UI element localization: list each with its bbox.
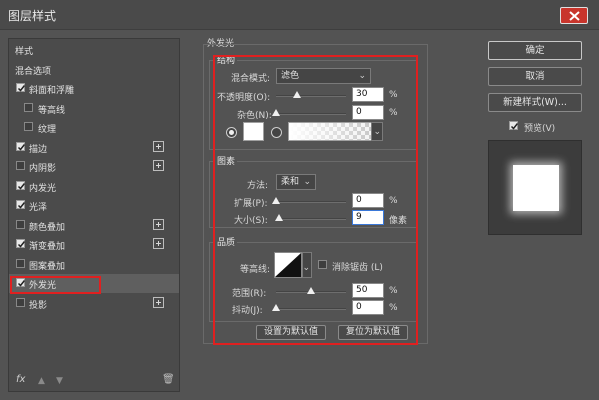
style-list-label: 混合选项 <box>15 66 52 77</box>
style-list-item[interactable]: 混合选项 <box>9 60 179 79</box>
style-list-label: 图案叠加 <box>29 261 66 272</box>
ok-button[interactable]: 确定 <box>488 41 582 60</box>
style-list-label: 样式 <box>15 47 34 57</box>
style-list-item[interactable]: 纹理 <box>9 118 179 137</box>
checkmark-icon <box>17 85 26 92</box>
style-list-item[interactable]: 内发光 <box>9 177 179 196</box>
style-checkbox[interactable] <box>24 102 33 112</box>
style-list-label: 斜面和浮雕 <box>29 86 75 96</box>
checkmark-icon <box>17 182 26 190</box>
preview-label: 预览(V) <box>524 124 556 134</box>
checkmark-icon <box>17 241 26 248</box>
preview-thumbnail <box>513 165 559 211</box>
style-list-item[interactable]: 描边 <box>9 138 179 157</box>
style-list-item[interactable]: 投影 <box>9 294 179 313</box>
style-list-label: 投影 <box>29 300 48 311</box>
style-list-label: 纹理 <box>38 125 57 135</box>
close-button[interactable] <box>560 7 588 24</box>
style-checkbox[interactable] <box>16 161 25 170</box>
add-style-icon[interactable] <box>153 238 164 249</box>
style-list-item[interactable]: 颜色叠加 <box>9 216 179 235</box>
style-checkbox[interactable] <box>24 122 33 131</box>
add-style-icon[interactable] <box>153 160 164 171</box>
style-preview <box>488 140 582 235</box>
add-style-icon[interactable] <box>153 218 164 230</box>
highlight-box <box>213 55 418 345</box>
style-checkbox[interactable] <box>16 239 26 248</box>
fx-button[interactable]: fx <box>16 374 25 385</box>
new-style-button[interactable]: 新建样式(W)... <box>488 93 582 112</box>
style-checkbox[interactable] <box>16 297 25 307</box>
style-checkbox[interactable] <box>16 83 26 92</box>
style-checkbox[interactable] <box>16 200 26 209</box>
add-style-icon[interactable] <box>153 296 164 308</box>
style-checkbox[interactable] <box>16 219 25 229</box>
move-up-icon[interactable]: ▲ <box>38 376 45 386</box>
style-list-label: 内发光 <box>29 183 57 194</box>
style-list-label: 光泽 <box>29 203 48 213</box>
style-list-label: 描边 <box>29 144 48 155</box>
close-icon <box>569 11 580 21</box>
style-checkbox[interactable] <box>16 180 26 190</box>
style-list-label: 颜色叠加 <box>29 222 66 233</box>
checkmark-icon <box>510 123 519 130</box>
style-list-item[interactable]: 渐变叠加 <box>9 235 179 254</box>
add-style-icon[interactable] <box>153 140 164 152</box>
checkmark-icon <box>17 202 26 209</box>
cancel-button[interactable]: 取消 <box>488 67 582 86</box>
title-bar <box>0 0 599 30</box>
style-list-item[interactable]: 图案叠加 <box>9 255 179 274</box>
trash-icon[interactable]: 🗑 <box>162 374 175 385</box>
style-list-label: 等高线 <box>38 105 66 116</box>
style-list-label: 渐变叠加 <box>29 242 66 252</box>
style-checkbox[interactable] <box>16 141 26 151</box>
window-title: 图层样式 <box>8 9 57 23</box>
preview-checkbox[interactable] <box>509 121 519 130</box>
style-list-item[interactable]: 光泽 <box>9 196 179 215</box>
style-list-item[interactable]: 样式 <box>9 40 179 59</box>
selection-highlight <box>10 276 101 294</box>
style-list-item[interactable]: 等高线 <box>9 99 179 118</box>
style-list-item[interactable]: 内阴影 <box>9 157 179 176</box>
style-list-label: 内阴影 <box>29 164 57 174</box>
style-checkbox[interactable] <box>16 258 25 268</box>
move-down-icon[interactable]: ▼ <box>56 376 63 386</box>
style-list-item[interactable]: 斜面和浮雕 <box>9 79 179 98</box>
checkmark-icon <box>17 143 26 151</box>
